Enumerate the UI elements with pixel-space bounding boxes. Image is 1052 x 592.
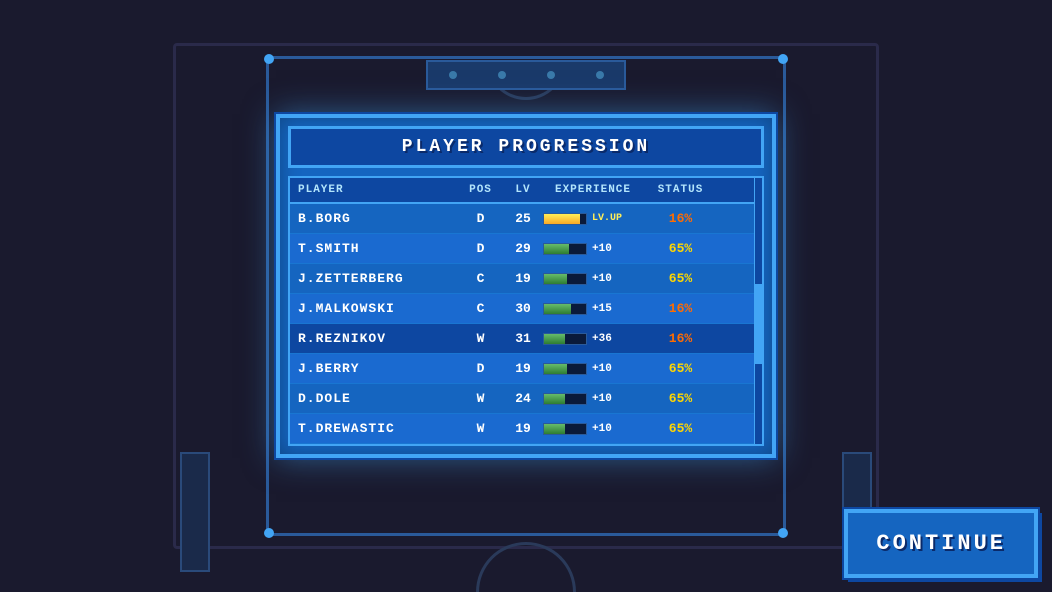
table-row: J.MALKOWSKI C 30 +15 16% xyxy=(290,294,762,324)
exp-label: +36 xyxy=(592,333,612,345)
cell-pos: C xyxy=(458,271,503,286)
exp-bar-container xyxy=(543,243,587,255)
cell-status: 65% xyxy=(643,271,718,286)
cell-experience: +10 xyxy=(543,393,643,405)
table-row: J.BERRY D 19 +10 65% xyxy=(290,354,762,384)
exp-bar-container xyxy=(543,393,587,405)
cell-status: 65% xyxy=(643,361,718,376)
table-row: T.DREWASTIC W 19 +10 65% xyxy=(290,414,762,444)
exp-bar-container xyxy=(543,363,587,375)
cell-level: 19 xyxy=(503,271,543,286)
col-status: STATUS xyxy=(643,184,718,196)
cell-player-name: J.MALKOWSKI xyxy=(298,301,458,316)
panel-title: PLAYER PROGRESSION xyxy=(402,137,650,157)
continue-button[interactable]: CONTINUE xyxy=(844,509,1038,578)
table-row: D.DOLE W 24 +10 65% xyxy=(290,384,762,414)
cell-pos: W xyxy=(458,421,503,436)
col-pos: POS xyxy=(458,184,503,196)
cell-experience: +15 xyxy=(543,303,643,315)
exp-label: +10 xyxy=(592,273,612,285)
exp-label: +10 xyxy=(592,243,612,255)
sb-dot xyxy=(596,71,604,79)
progression-panel: PLAYER PROGRESSION PLAYER POS LV EXPERIE… xyxy=(276,114,776,458)
continue-label: CONTINUE xyxy=(876,531,1006,556)
exp-bar-fill xyxy=(544,394,565,404)
exp-bar-fill xyxy=(544,424,565,434)
cell-level: 30 xyxy=(503,301,543,316)
table-row: B.BORG D 25 LV.UP 16% xyxy=(290,204,762,234)
cell-level: 29 xyxy=(503,241,543,256)
cell-player-name: T.DREWASTIC xyxy=(298,421,458,436)
pillar-left xyxy=(180,452,210,572)
col-player: PLAYER xyxy=(298,184,458,196)
cell-level: 24 xyxy=(503,391,543,406)
scroll-bar[interactable] xyxy=(754,178,762,444)
cell-experience: +10 xyxy=(543,273,643,285)
cell-player-name: R.REZNIKOV xyxy=(298,331,458,346)
scoreboard-top xyxy=(426,60,626,90)
scroll-thumb xyxy=(754,284,762,364)
exp-label: +10 xyxy=(592,363,612,375)
cell-player-name: D.DOLE xyxy=(298,391,458,406)
sb-dot xyxy=(547,71,555,79)
exp-bar-container xyxy=(543,273,587,285)
cell-level: 31 xyxy=(503,331,543,346)
exp-bar-container xyxy=(543,303,587,315)
cell-status: 65% xyxy=(643,241,718,256)
cell-status: 65% xyxy=(643,391,718,406)
cell-status: 65% xyxy=(643,421,718,436)
cell-level: 25 xyxy=(503,211,543,226)
cell-experience: +10 xyxy=(543,363,643,375)
cell-pos: D xyxy=(458,241,503,256)
exp-label: +10 xyxy=(592,393,612,405)
table-header: PLAYER POS LV EXPERIENCE STATUS xyxy=(290,178,762,204)
exp-bar-fill xyxy=(544,244,569,254)
cell-level: 19 xyxy=(503,361,543,376)
col-lv: LV xyxy=(503,184,543,196)
cell-status: 16% xyxy=(643,331,718,346)
cell-player-name: J.BERRY xyxy=(298,361,458,376)
cell-level: 19 xyxy=(503,421,543,436)
exp-bar-container xyxy=(543,333,587,345)
sb-dot xyxy=(498,71,506,79)
exp-bar-fill xyxy=(544,274,567,284)
cell-experience: +10 xyxy=(543,423,643,435)
table-row: R.REZNIKOV W 31 +36 16% xyxy=(290,324,762,354)
cell-experience: +10 xyxy=(543,243,643,255)
exp-bar-container xyxy=(543,423,587,435)
cell-status: 16% xyxy=(643,211,718,226)
table-body: B.BORG D 25 LV.UP 16% T.SMITH D 29 +10 6… xyxy=(290,204,762,444)
cell-player-name: J.ZETTERBERG xyxy=(298,271,458,286)
exp-bar-fill xyxy=(544,364,567,374)
panel-title-bar: PLAYER PROGRESSION xyxy=(288,126,764,168)
cell-experience: LV.UP xyxy=(543,213,643,225)
table-row: T.SMITH D 29 +10 65% xyxy=(290,234,762,264)
cell-pos: W xyxy=(458,391,503,406)
cell-player-name: B.BORG xyxy=(298,211,458,226)
sb-dot xyxy=(449,71,457,79)
exp-label: +10 xyxy=(592,423,612,435)
exp-bar-container xyxy=(543,213,587,225)
cell-pos: D xyxy=(458,361,503,376)
cell-pos: D xyxy=(458,211,503,226)
exp-label: +15 xyxy=(592,303,612,315)
player-table: PLAYER POS LV EXPERIENCE STATUS B.BORG D… xyxy=(288,176,764,446)
exp-label: LV.UP xyxy=(592,213,622,224)
exp-bar-fill xyxy=(544,214,580,224)
table-row: J.ZETTERBERG C 19 +10 65% xyxy=(290,264,762,294)
cell-experience: +36 xyxy=(543,333,643,345)
exp-bar-fill xyxy=(544,334,565,344)
cell-player-name: T.SMITH xyxy=(298,241,458,256)
cell-pos: C xyxy=(458,301,503,316)
court-center-circle xyxy=(476,542,576,592)
exp-bar-fill xyxy=(544,304,571,314)
col-experience: EXPERIENCE xyxy=(543,184,643,196)
cell-pos: W xyxy=(458,331,503,346)
cell-status: 16% xyxy=(643,301,718,316)
